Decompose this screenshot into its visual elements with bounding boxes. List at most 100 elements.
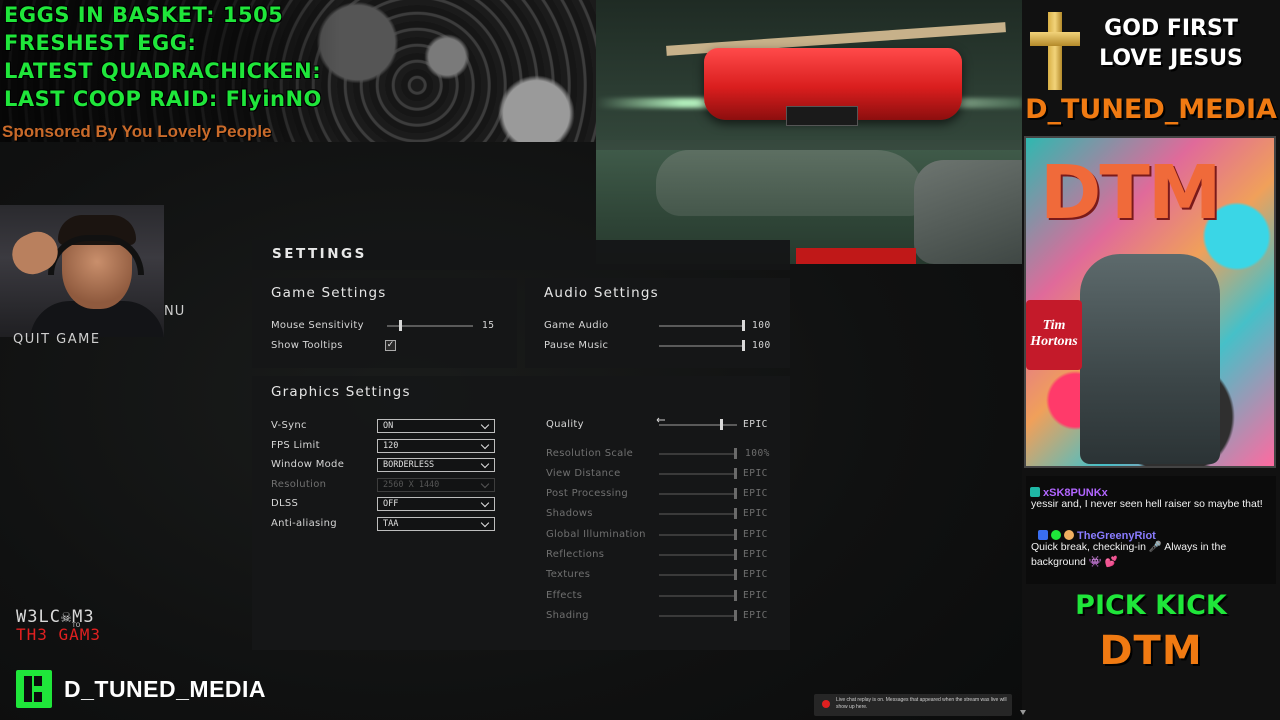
chevron-down-icon	[480, 498, 490, 508]
show-tooltips-label: Show Tooltips	[271, 340, 343, 351]
mouse-sensitivity-value: 15	[482, 320, 495, 331]
pause-music-label: Pause Music	[544, 340, 609, 351]
slider-thumb[interactable]	[399, 320, 402, 331]
last-coop-raid-text: LAST COOP RAID: FlyinNO	[4, 87, 322, 111]
post-processing-value: EPIC	[743, 488, 768, 499]
webcam-license-plate	[786, 106, 858, 126]
mouse-sensitivity-label: Mouse Sensitivity	[271, 320, 364, 331]
pick-kick-text: PICK KICK	[1075, 590, 1227, 621]
effects-label: Effects	[546, 590, 583, 601]
slider-thumb	[734, 529, 737, 540]
menu-item-partial[interactable]: NU	[164, 304, 185, 319]
dropdown-value: BORDERLESS	[383, 460, 435, 470]
anti-aliasing-dropdown[interactable]: TAA	[377, 517, 495, 531]
shadows-label: Shadows	[546, 508, 593, 519]
quality-label: Quality	[546, 419, 584, 430]
webcam-car-seat	[1080, 254, 1220, 464]
tim-hortons-sign-text: Tim Hortons	[1030, 318, 1078, 349]
subscriber-badge-icon	[1030, 487, 1040, 497]
effects-value: EPIC	[743, 590, 768, 601]
reflections-value: EPIC	[743, 549, 768, 560]
game-audio-label: Game Audio	[544, 320, 609, 331]
resolution-label: Resolution	[271, 479, 327, 490]
scroll-down-icon[interactable]	[1020, 710, 1026, 715]
resolution-scale-label: Resolution Scale	[546, 448, 634, 459]
view-distance-label: View Distance	[546, 468, 621, 479]
vsync-label: V-Sync	[271, 420, 307, 431]
love-jesus-text: LOVE JESUS	[1099, 46, 1243, 71]
game-audio-slider[interactable]	[659, 320, 745, 331]
slider-thumb[interactable]	[742, 340, 745, 351]
quality-value: EPIC	[743, 419, 768, 430]
webcam-bedroom	[596, 0, 1022, 264]
chevron-down-icon	[480, 440, 490, 450]
webcam-blanket	[656, 150, 926, 216]
slider-thumb	[734, 448, 737, 459]
resolution-scale-value: 100%	[745, 448, 770, 459]
game-audio-value: 100	[752, 320, 771, 331]
moderator-badge-icon	[1038, 530, 1048, 540]
slider-track	[659, 615, 737, 617]
fps-limit-label: FPS Limit	[271, 440, 320, 451]
quality-slider[interactable]	[659, 419, 737, 430]
dtm-wall-logo: DTM	[1040, 150, 1222, 236]
shading-value: EPIC	[743, 610, 768, 621]
dropdown-value: 120	[383, 441, 399, 451]
slider-track	[659, 345, 745, 347]
webcam-red-strip	[796, 248, 916, 264]
shadows-value: EPIC	[743, 508, 768, 519]
graphics-settings-title: Graphics Settings	[271, 384, 411, 400]
dlss-label: DLSS	[271, 498, 299, 509]
quit-game-button[interactable]: QUIT GAME	[13, 332, 101, 347]
live-dot-icon	[822, 700, 830, 708]
dropdown-value: TAA	[383, 519, 399, 529]
slider-track	[659, 574, 737, 576]
freshest-egg-text: FRESHEST EGG:	[4, 31, 197, 55]
window-mode-dropdown[interactable]: BORDERLESS	[377, 458, 495, 472]
chevron-down-icon	[480, 459, 490, 469]
slider-thumb	[734, 610, 737, 621]
pause-music-slider[interactable]	[659, 340, 745, 351]
channel-title: D_TUNED_MEDIA	[1025, 94, 1277, 125]
dropdown-value: 2560 X 1440	[383, 480, 440, 490]
slider-track	[659, 325, 745, 327]
slider-thumb	[734, 549, 737, 560]
chat-message-text: Quick break, checking-in 🎤 Always in the…	[1031, 541, 1227, 568]
dlss-dropdown[interactable]: OFF	[377, 497, 495, 511]
shading-label: Shading	[546, 610, 589, 621]
slider-track	[659, 493, 737, 495]
slider-thumb	[734, 488, 737, 499]
slider-track	[659, 534, 737, 536]
slider-thumb	[734, 569, 737, 580]
slider-thumb[interactable]	[742, 320, 745, 331]
slider-thumb	[734, 468, 737, 479]
slider-track	[659, 473, 737, 475]
global-illumination-label: Global Illumination	[546, 529, 646, 540]
audio-settings-title: Audio Settings	[544, 285, 659, 301]
god-first-text: GOD FIRST	[1104, 16, 1238, 41]
textures-label: Textures	[546, 569, 591, 580]
vsync-dropdown[interactable]: ON	[377, 419, 495, 433]
slider-track	[659, 424, 737, 426]
show-tooltips-checkbox[interactable]: ✓	[385, 340, 396, 351]
gift-badge-icon	[1064, 530, 1074, 540]
chat-replay-text: Live chat replay is on. Messages that ap…	[836, 697, 1007, 710]
kick-channel-name: D_TUNED_MEDIA	[64, 676, 267, 702]
view-distance-value: EPIC	[743, 468, 768, 479]
fps-limit-dropdown[interactable]: 120	[377, 439, 495, 453]
welcome-logo-line2: TH3 GAM3	[16, 625, 102, 644]
cross-icon	[1030, 12, 1080, 90]
verified-badge-icon	[1051, 530, 1061, 540]
mouse-sensitivity-slider[interactable]	[387, 320, 473, 331]
pause-music-value: 100	[752, 340, 771, 351]
settings-title: SETTINGS	[272, 246, 367, 262]
dtm-logo-text: DTM	[1099, 628, 1203, 674]
webcam-streamer	[0, 205, 164, 337]
global-illumination-value: EPIC	[743, 529, 768, 540]
post-processing-label: Post Processing	[546, 488, 628, 499]
kick-logo-icon	[16, 670, 52, 708]
webcam-leg	[914, 160, 1022, 264]
chevron-down-icon	[480, 479, 490, 489]
slider-thumb[interactable]	[720, 419, 723, 430]
slider-thumb	[734, 590, 737, 601]
